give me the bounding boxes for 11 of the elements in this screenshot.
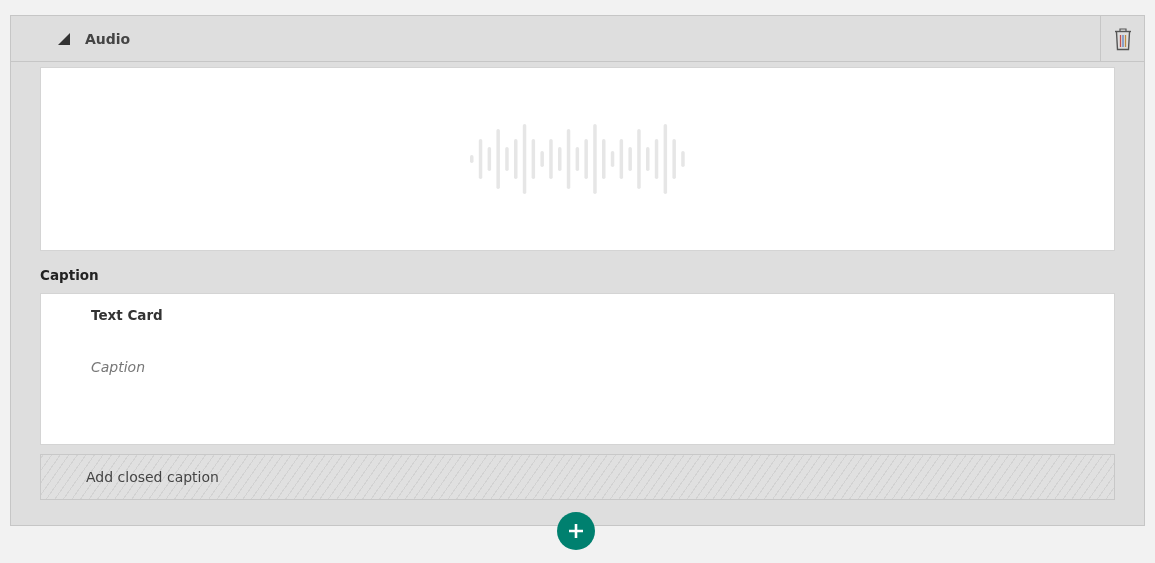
text-card-title: Text Card bbox=[91, 307, 164, 323]
section-title: Audio bbox=[85, 30, 131, 47]
plus-icon bbox=[569, 524, 583, 538]
collapse-toggle[interactable] bbox=[57, 31, 71, 46]
waveform-icon bbox=[468, 123, 687, 195]
add-closed-caption-button[interactable]: Add closed caption bbox=[40, 454, 1115, 500]
caption-label: Caption bbox=[40, 267, 100, 285]
trash-icon bbox=[1113, 26, 1132, 51]
triangle-icon bbox=[58, 32, 70, 45]
caption-field[interactable]: Caption bbox=[91, 359, 491, 375]
add-button[interactable] bbox=[557, 512, 595, 550]
